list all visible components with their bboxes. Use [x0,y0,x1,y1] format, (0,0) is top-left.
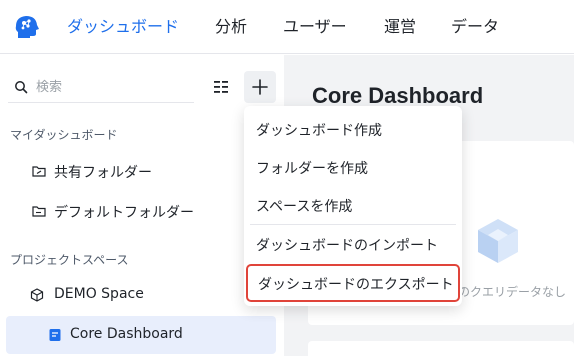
search-box [8,71,194,103]
tree-item-label: Core Dashboard [70,326,183,342]
create-dropdown-menu: ダッシュボード作成 フォルダーを作成 スペースを作成 ダッシュボードのインポート… [244,106,462,306]
nav-tab-users[interactable]: ユーザー [283,0,347,54]
menu-item-create-folder[interactable]: フォルダーを作成 [244,148,462,186]
tree-item-demo-space[interactable]: DEMO Space [6,276,276,314]
tree-item-label: DEMO Space [54,286,144,302]
top-navigation: ダッシュボード 分析 ユーザー 運営 データ [0,0,574,54]
tree-item-core-dashboard[interactable]: Core Dashboard [6,316,276,354]
brain-head-logo-icon[interactable] [12,12,42,42]
tree-item-label: 共有フォルダー [54,165,152,181]
dashboard-doc-icon [49,329,61,341]
nav-tab-operations[interactable]: 運営 [384,0,416,54]
dashboard-card-secondary [308,341,574,356]
menu-item-label: スペースを作成 [256,199,353,215]
nav-tab-dashboard[interactable]: ダッシュボード [67,0,179,54]
add-button[interactable] [244,71,276,103]
menu-item-create-space[interactable]: スペースを作成 [244,186,462,224]
nav-tab-analysis[interactable]: 分析 [215,0,247,54]
tree-item-label: デフォルトフォルダー [54,205,194,221]
menu-item-label: ダッシュボードのインポート [256,238,438,254]
empty-state-text: のクエリデータなし [458,285,567,299]
nav-tab-data[interactable]: データ [451,0,499,54]
folder-icon [32,206,46,217]
cube-icon [30,288,44,302]
section-title-project-spaces: プロジェクトスペース [10,253,129,267]
menu-item-export-dashboard[interactable]: ダッシュボードのエクスポート [246,264,460,302]
tree-item-default-folder[interactable]: デフォルトフォルダー [6,192,276,230]
menu-item-import-dashboard[interactable]: ダッシュボードのインポート [244,225,462,263]
menu-item-label: ダッシュボードのエクスポート [258,277,454,293]
menu-item-label: ダッシュボード作成 [256,123,382,139]
tree-item-shared-folder[interactable]: 共有フォルダー [6,152,276,190]
menu-item-create-dashboard[interactable]: ダッシュボード作成 [244,110,462,148]
empty-data-icon [478,219,518,263]
folder-share-icon [32,166,46,177]
list-view-icon[interactable] [207,73,235,101]
menu-item-label: フォルダーを作成 [256,161,368,177]
sidebar: マイダッシュボード 共有フォルダー デフォルトフォルダー プロジェクトスペース … [0,55,284,356]
section-title-my-dashboards: マイダッシュボード [10,128,118,142]
search-icon [15,81,28,94]
plus-icon [252,79,268,95]
search-input[interactable] [36,75,186,99]
